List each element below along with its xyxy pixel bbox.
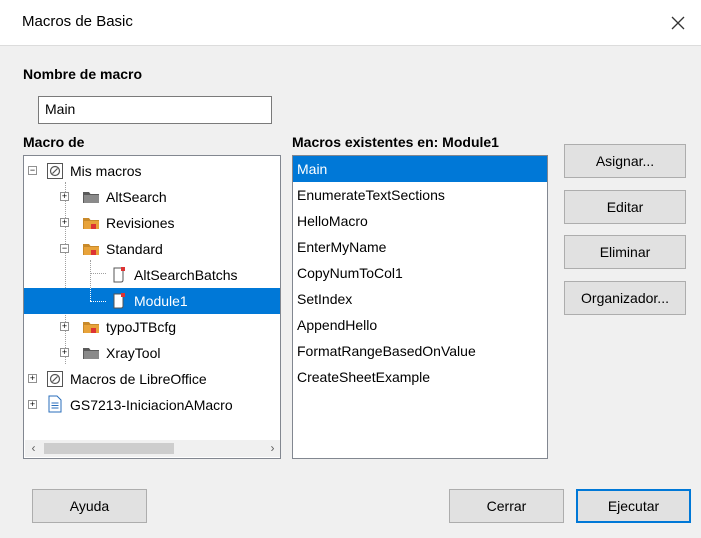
tree-item-typojtbcfg[interactable]: + typoJTBcfg [24, 314, 280, 340]
expand-icon[interactable]: + [28, 374, 37, 383]
scroll-thumb[interactable] [44, 443, 174, 454]
edit-button[interactable]: Editar [564, 190, 686, 224]
tree-item-mis-macros[interactable]: − Mis macros [24, 158, 280, 184]
list-item[interactable]: FormatRangeBasedOnValue [293, 338, 547, 364]
expand-icon[interactable]: + [60, 348, 69, 357]
run-button[interactable]: Ejecutar [576, 489, 691, 523]
expand-icon[interactable]: + [28, 400, 37, 409]
folder-icon [83, 322, 99, 333]
folder-icon [83, 244, 99, 255]
collapse-icon[interactable]: − [60, 244, 69, 253]
close-icon [671, 16, 685, 30]
tree-item-xraytool[interactable]: + XrayTool [24, 340, 280, 366]
tree-connector [90, 301, 106, 302]
macro-name-label: Nombre de macro [23, 66, 143, 82]
tree-item-altsearch[interactable]: + AltSearch [24, 184, 280, 210]
expand-icon[interactable]: + [60, 322, 69, 331]
folder-dark-icon [83, 348, 99, 359]
close-button[interactable]: Cerrar [449, 489, 564, 523]
tree-item-standard[interactable]: − Standard [24, 236, 280, 262]
macro-from-label: Macro de [23, 134, 85, 150]
organizer-button[interactable]: Organizador... [564, 281, 686, 315]
existing-macros-label: Macros existentes en: Module1 [292, 134, 499, 150]
assign-button[interactable]: Asignar... [564, 144, 686, 178]
library-tree[interactable]: − Mis macros + AltSearch + Revisiones − [23, 155, 281, 459]
folder-icon [83, 218, 99, 229]
horizontal-scrollbar[interactable]: ‹ › [25, 440, 280, 457]
existing-macros-list[interactable]: Main EnumerateTextSections HelloMacro En… [292, 155, 548, 459]
expand-icon[interactable]: + [60, 192, 69, 201]
expand-icon[interactable]: + [60, 218, 69, 227]
list-item[interactable]: Main [293, 156, 547, 182]
folder-dark-icon [83, 192, 99, 203]
tree-item-macros-libreoffice[interactable]: + Macros de LibreOffice [24, 366, 280, 392]
module-icon [113, 293, 125, 309]
list-item[interactable]: AppendHello [293, 312, 547, 338]
window-title: Macros de Basic [22, 13, 133, 30]
list-item[interactable]: HelloMacro [293, 208, 547, 234]
tree-item-revisiones[interactable]: + Revisiones [24, 210, 280, 236]
macro-library-icon [47, 371, 63, 387]
collapse-icon[interactable]: − [28, 166, 37, 175]
list-item[interactable]: CreateSheetExample [293, 364, 547, 390]
tree-item-module1[interactable]: Module1 [24, 288, 280, 314]
close-window-button[interactable] [655, 0, 701, 46]
list-item[interactable]: CopyNumToCol1 [293, 260, 547, 286]
list-item[interactable]: EnumerateTextSections [293, 182, 547, 208]
module-icon [113, 267, 125, 283]
tree-connector [90, 288, 91, 301]
list-item[interactable]: SetIndex [293, 286, 547, 312]
help-button[interactable]: Ayuda [32, 489, 147, 523]
scroll-left-icon[interactable]: ‹ [25, 440, 42, 457]
tree-item-altsearchbatchs[interactable]: AltSearchBatchs [24, 262, 280, 288]
scroll-right-icon[interactable]: › [264, 440, 280, 457]
title-bar: Macros de Basic [0, 0, 701, 46]
delete-button[interactable]: Eliminar [564, 235, 686, 269]
tree-item-document[interactable]: + GS7213-IniciacionAMacro [24, 392, 280, 418]
macro-name-input[interactable]: Main [38, 96, 272, 124]
list-item[interactable]: EnterMyName [293, 234, 547, 260]
document-icon [48, 395, 62, 413]
macro-library-icon [47, 163, 63, 179]
